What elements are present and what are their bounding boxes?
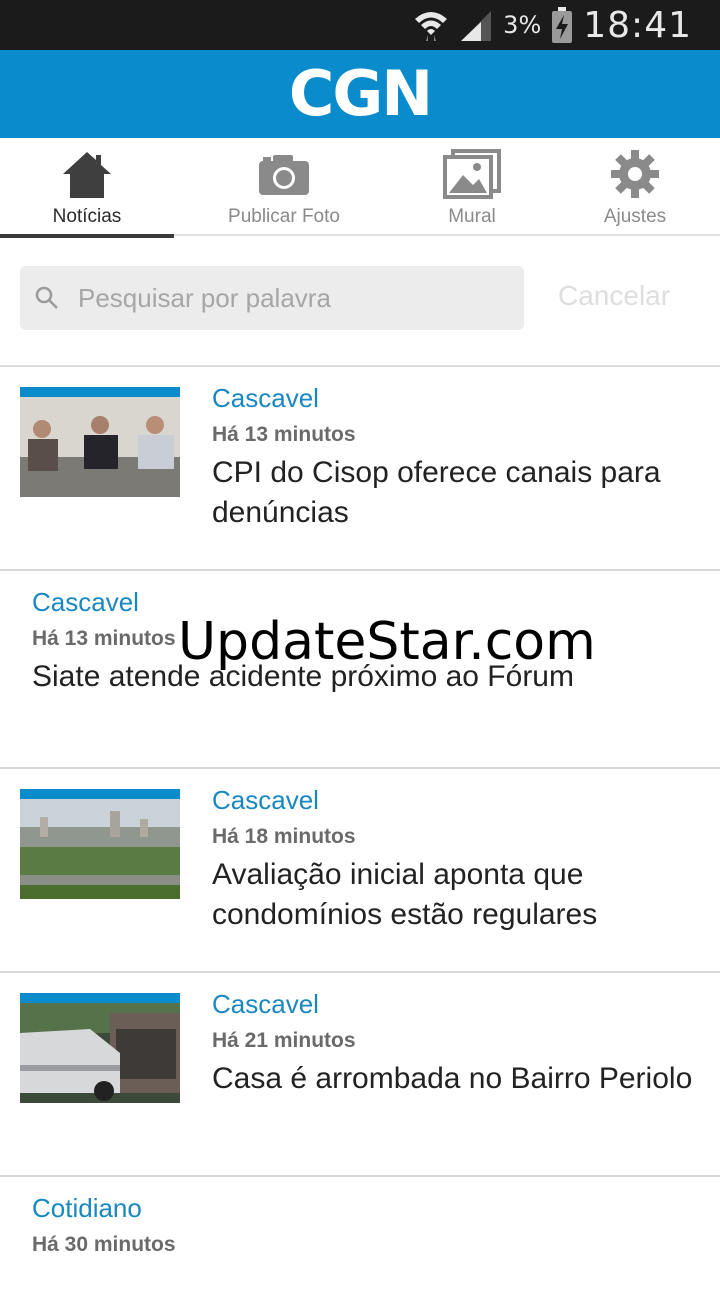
news-title: Avaliação inicial aponta que condomínios…	[212, 858, 598, 931]
news-time: Há 18 minutos	[212, 825, 356, 848]
search-input[interactable]	[78, 282, 498, 314]
news-title: Casa é arrombada no Bairro Periolo	[212, 1062, 693, 1095]
tab-noticias[interactable]: Notícias	[0, 138, 174, 238]
news-item[interactable]: Cascavel Há 13 minutos Siate atende acid…	[0, 571, 720, 769]
news-title: Siate atende acidente próximo ao Fórum	[32, 660, 574, 693]
news-time: Há 30 minutos	[32, 1233, 176, 1256]
news-category: Cascavel	[212, 785, 319, 815]
news-item[interactable]: Cascavel Há 18 minutos Avaliação inicial…	[0, 769, 720, 973]
news-category: Cotidiano	[32, 1193, 142, 1223]
gallery-icon	[443, 149, 501, 199]
tab-label: Ajustes	[603, 206, 667, 227]
home-icon	[63, 152, 111, 198]
news-list: Cascavel Há 13 minutos CPI do Cisop ofer…	[0, 367, 720, 1297]
news-category: Cascavel	[212, 989, 319, 1019]
news-time: Há 13 minutos	[32, 627, 176, 650]
news-thumbnail	[20, 789, 180, 899]
news-time: Há 13 minutos	[212, 423, 356, 446]
tab-mural[interactable]: Mural	[394, 138, 550, 236]
tab-label: Notícias	[52, 206, 122, 227]
news-category: Cascavel	[32, 587, 139, 617]
news-category: Cascavel	[212, 383, 319, 413]
clock: 18:41	[583, 4, 692, 46]
news-thumbnail	[20, 993, 180, 1103]
news-time: Há 21 minutos	[212, 1029, 356, 1052]
app-header: CGN	[0, 50, 720, 138]
tab-label: Mural	[448, 206, 496, 227]
news-item[interactable]: Cascavel Há 21 minutos Casa é arrombada …	[0, 973, 720, 1177]
tab-publicar-foto[interactable]: Publicar Foto	[174, 138, 394, 236]
cgn-logo: CGN	[288, 57, 433, 130]
tab-label: Publicar Foto	[228, 206, 340, 227]
news-item[interactable]: Cascavel Há 13 minutos CPI do Cisop ofer…	[0, 367, 720, 571]
cancel-button[interactable]: Cancelar	[558, 280, 670, 312]
tab-bar: Notícias Publicar Foto Mural Ajustes	[0, 138, 720, 238]
wifi-icon	[415, 12, 448, 41]
signal-icon	[461, 11, 492, 41]
news-item[interactable]: Cotidiano Há 30 minutos	[0, 1177, 720, 1297]
tab-ajustes[interactable]: Ajustes	[550, 138, 720, 236]
battery-charging-icon	[552, 7, 573, 43]
search-bar: Cancelar	[0, 236, 720, 367]
search-icon	[35, 286, 58, 309]
search-box[interactable]	[20, 266, 524, 330]
status-bar: 3% 18:41	[0, 0, 720, 50]
news-thumbnail	[20, 387, 180, 497]
battery-percent: 3%	[503, 11, 542, 39]
news-title: CPI do Cisop oferece canais para denúnci…	[212, 456, 661, 529]
camera-icon	[259, 155, 309, 195]
gear-icon	[611, 150, 659, 198]
